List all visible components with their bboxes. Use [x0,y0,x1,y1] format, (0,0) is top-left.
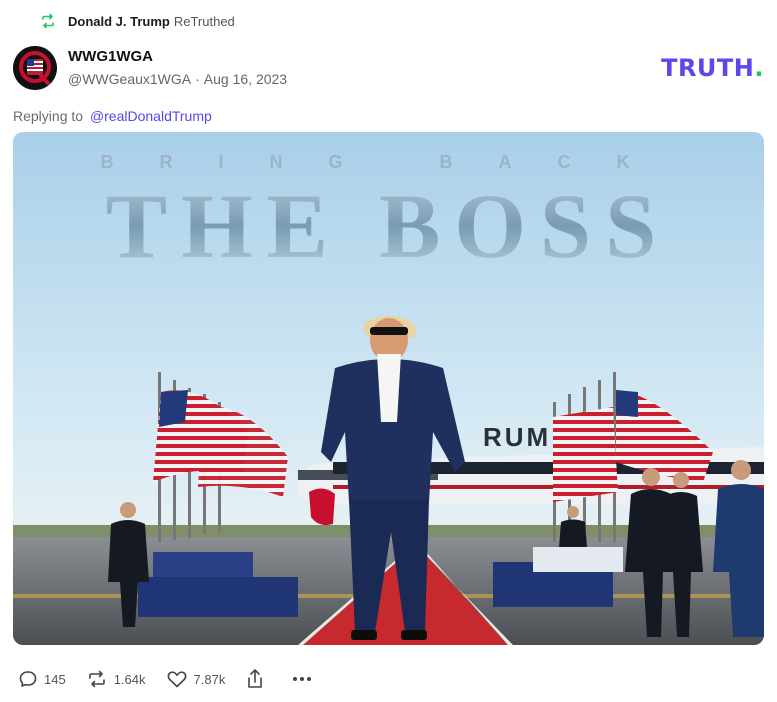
action-bar: 145 1.64k 7.87k [18,667,339,691]
like-button[interactable]: 7.87k [166,669,226,689]
reply-count: 145 [44,671,66,687]
retruth-count: 1.64k [113,671,146,687]
replying-to: Replying to @realDonaldTrump [13,108,212,124]
post-date[interactable]: Aug 16, 2023 [204,71,287,87]
display-name[interactable]: WWG1WGA [68,48,153,65]
meta-separator: · [195,71,200,87]
like-count: 7.87k [193,671,226,687]
logo-dot: . [754,54,764,82]
truth-logo[interactable]: TRUTH. [661,54,764,82]
avatar[interactable] [13,46,57,90]
share-button[interactable] [245,668,271,690]
retruth-verb: ReTruthed [173,13,235,29]
post-header: WWG1WGA @WWGeaux1WGA · Aug 16, 2023 TRUTH. [13,44,764,92]
post-meta: @WWGeaux1WGA · Aug 16, 2023 [68,71,287,87]
reply-prefix: Replying to [13,108,84,124]
retruth-button[interactable]: 1.64k [86,669,146,689]
comment-icon [19,671,37,687]
retruth-icon [88,670,105,688]
more-button[interactable] [291,669,319,689]
reply-button[interactable]: 145 [18,669,66,689]
post-image[interactable]: BRING BACK THE BOSS RUMP [13,132,764,645]
reply-handle-link[interactable]: @realDonaldTrump [90,108,212,124]
share-icon [248,669,263,688]
retruth-user-link[interactable]: Donald J. Trump [68,14,170,29]
image-headline: THE BOSS [106,175,671,277]
retruth-icon [42,13,54,29]
more-icon [293,677,312,681]
heart-icon [167,671,186,688]
retruth-line: Donald J. Trump ReTruthed [40,12,235,30]
logo-text: TRUTH [661,54,755,82]
user-handle[interactable]: @WWGeaux1WGA [68,71,191,87]
image-top-line: BRING BACK [101,152,676,172]
